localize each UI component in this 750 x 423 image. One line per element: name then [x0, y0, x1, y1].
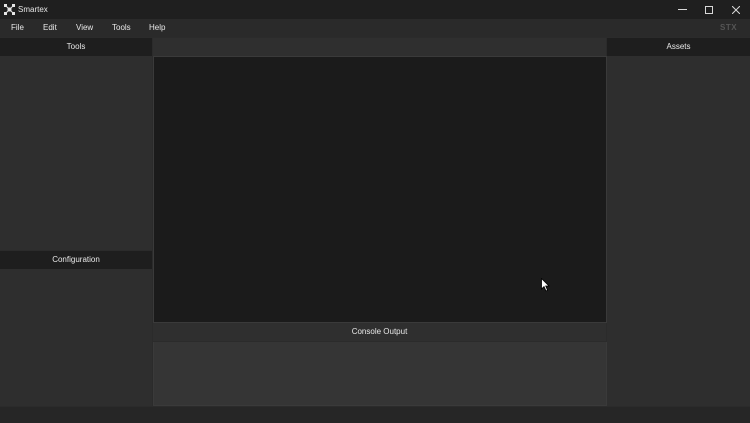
menu-help[interactable]: Help: [149, 19, 165, 37]
viewport-toolbar: [153, 38, 606, 56]
menu-tools[interactable]: Tools: [112, 19, 131, 37]
brand-mark: STX: [720, 23, 738, 32]
tools-panel[interactable]: [0, 56, 152, 250]
minimize-icon: [677, 9, 687, 10]
mouse-pointer-icon: [541, 277, 551, 292]
console-output-panel[interactable]: [153, 342, 607, 406]
status-bar: [0, 407, 750, 423]
title-bar: [0, 0, 750, 19]
menu-edit[interactable]: Edit: [43, 19, 57, 37]
assets-panel-header: Assets: [607, 38, 750, 56]
maximize-button[interactable]: [695, 0, 723, 19]
app-logo-icon: [4, 4, 15, 15]
minimize-button[interactable]: [668, 0, 696, 19]
configuration-panel[interactable]: [0, 269, 152, 406]
menu-file[interactable]: File: [11, 19, 24, 37]
assets-panel[interactable]: [607, 56, 750, 406]
console-output-header: Console Output: [153, 323, 606, 341]
maximize-icon: [705, 5, 713, 14]
close-icon: [732, 5, 740, 14]
window-title: Smartex: [18, 5, 48, 14]
viewport[interactable]: [153, 56, 607, 323]
configuration-panel-header: Configuration: [0, 251, 152, 269]
tools-panel-header: Tools: [0, 38, 152, 56]
close-button[interactable]: [722, 0, 750, 19]
menu-view[interactable]: View: [76, 19, 93, 37]
